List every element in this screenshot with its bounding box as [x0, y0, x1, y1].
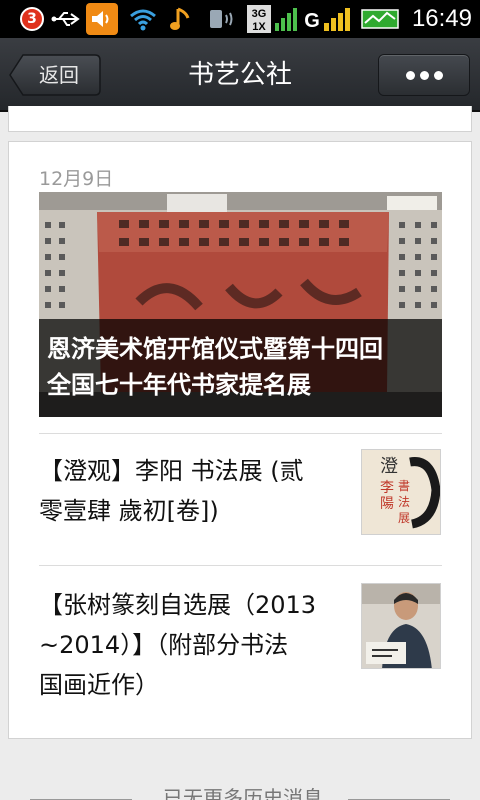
article-title-line3: 国画近作）	[39, 671, 159, 699]
thumb-char-cheng: 澄	[380, 456, 398, 477]
more-dots-icon	[405, 70, 415, 80]
back-button-label: 返回	[39, 63, 79, 87]
article-title[interactable]: 【澄观】李阳 书法展 (贰 零壹肆 歲初[卷])	[39, 451, 339, 531]
article-title[interactable]: 【张树篆刻自选展（2013 ~2014）】（附部分书法 国画近作）	[39, 585, 339, 705]
article-title-line1: 【澄观】李阳 书法展 (贰	[39, 457, 304, 485]
page-title: 书艺公社	[187, 60, 292, 90]
volume-icon	[86, 3, 118, 35]
article-title-line1: 【张树篆刻自选展（2013	[39, 591, 317, 619]
network-1x-label: 1X	[252, 21, 266, 33]
more-button[interactable]	[378, 54, 470, 96]
no-more-messages-text: 已无更多历史消息	[163, 786, 323, 800]
message-date: 12月9日	[39, 168, 114, 190]
person-photo-thumbnail	[362, 584, 440, 668]
thumb-char-zhan: 展	[398, 511, 410, 525]
signal-3g-icon: 3G 1X	[246, 4, 298, 34]
carrier-letter: G	[304, 10, 320, 32]
thumb-char-yang: 陽	[380, 496, 394, 512]
message-card: 12月9日 恩济美术馆开馆仪式暨第十四回 全国七十年代书家提名展 【澄观】李阳 …	[8, 141, 472, 739]
back-button[interactable]: 返回	[9, 54, 101, 96]
status-bar: 3 3G 1X G 16:49	[0, 0, 480, 38]
music-icon	[168, 4, 194, 34]
usb-icon	[50, 4, 82, 34]
battery-icon	[360, 4, 402, 34]
article-thumbnail[interactable]: 澄 李 陽 書 法 展	[361, 449, 441, 535]
hero-caption-line1: 恩济美术馆开馆仪式暨第十四回	[47, 335, 383, 363]
divider	[39, 433, 442, 434]
status-time: 16:49	[411, 5, 472, 32]
notification-count: 3	[27, 11, 37, 27]
article-title-line2: 零壹肆 歲初[卷])	[39, 497, 219, 525]
signal-g-icon: G	[304, 4, 352, 34]
article-thumbnail[interactable]	[361, 583, 441, 669]
thumb-char-shu: 書	[398, 479, 410, 493]
network-3g-label: 3G	[252, 8, 267, 20]
vibrate-icon	[206, 4, 238, 34]
title-bar: 返回 书艺公社	[0, 38, 480, 112]
wifi-icon	[128, 4, 158, 34]
calligraphy-thumbnail-image: 澄 李 陽 書 法 展	[362, 450, 440, 534]
article-title-line2: ~2014）】（附部分书法	[39, 631, 289, 659]
hero-caption-line2: 全国七十年代书家提名展	[47, 371, 311, 399]
previous-card	[8, 106, 472, 132]
thumb-char-fa: 法	[398, 495, 410, 509]
hero-article[interactable]: 恩济美术馆开馆仪式暨第十四回 全国七十年代书家提名展	[39, 192, 442, 417]
thumb-char-li: 李	[380, 480, 394, 496]
hero-caption: 恩济美术馆开馆仪式暨第十四回 全国七十年代书家提名展	[39, 319, 442, 417]
notification-badge-icon[interactable]: 3	[20, 7, 44, 31]
divider	[39, 565, 442, 566]
